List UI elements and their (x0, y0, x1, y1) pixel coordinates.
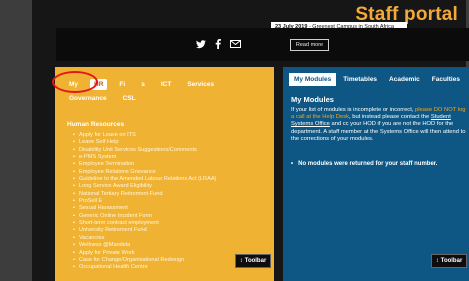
hr-link[interactable]: Case for Change/Organisational Redesign (73, 257, 216, 264)
hr-link[interactable]: Employee Relations Grievance (73, 169, 216, 176)
read-more-button[interactable]: Read more (290, 39, 329, 51)
tab-academic[interactable]: Academic (384, 73, 425, 86)
right-panel: My Modules Timetables Academic Faculties… (283, 67, 469, 281)
left-tab-bar: My HR Fi s ICT Services Governance CSL (65, 77, 265, 105)
hr-link[interactable]: Vacancies (73, 235, 216, 242)
hr-link[interactable]: National Tertiary Retirement Fund (73, 191, 216, 198)
left-panel: My HR Fi s ICT Services Governance CSL H… (55, 67, 274, 281)
tab-faculties[interactable]: Faculties (427, 73, 465, 86)
hr-link[interactable]: Sexual Harassment (73, 205, 216, 212)
facebook-icon[interactable] (215, 39, 221, 52)
instructions-text: If your list of modules is incomplete or… (291, 107, 416, 113)
hr-link[interactable]: Wellness @Mandela (73, 242, 216, 249)
hr-link[interactable]: Apply for Private Work (73, 250, 216, 257)
tab-governance[interactable]: Governance (65, 93, 111, 104)
instructions-text: , but instead please contact the (349, 114, 431, 121)
tab-finance[interactable]: Fi (115, 79, 129, 90)
hr-link[interactable]: Occupational Health Centre (73, 264, 216, 271)
modules-instructions: If your list of modules is incomplete or… (291, 107, 467, 143)
social-links (196, 39, 241, 52)
tab-s[interactable]: s (137, 79, 149, 90)
toolbar-button[interactable]: ↕ Toolbar (431, 254, 467, 268)
tab-csl[interactable]: CSL (119, 93, 140, 104)
hr-link[interactable]: Long Service Award Eligibility (73, 183, 216, 190)
hr-link[interactable]: Apply for Leave on ITS (73, 132, 216, 139)
hr-link[interactable]: e-PMS System (73, 154, 216, 161)
tab-timetables[interactable]: Timetables (338, 73, 382, 86)
right-tab-bar: My Modules Timetables Academic Faculties (289, 73, 465, 86)
staff-portal-window: Staff portal 23 July 2019 - Greenest Cam… (32, 0, 469, 281)
hr-links-list: Apply for Leave on ITS Leave Self Help D… (73, 132, 216, 272)
toolbar-icon: ↕ (435, 258, 439, 264)
hr-link[interactable]: Employee Termination (73, 161, 216, 168)
hr-link[interactable]: ProSell E (73, 198, 216, 205)
tab-ict[interactable]: ICT (157, 79, 175, 90)
tab-services[interactable]: Services (183, 79, 218, 90)
toolbar-label: Toolbar (244, 258, 267, 264)
hr-link[interactable]: Generic Online Incident Form (73, 213, 216, 220)
tab-my-modules[interactable]: My Modules (289, 73, 337, 86)
email-icon[interactable] (230, 40, 241, 51)
hr-link[interactable]: Guideline to the Amended Labour Relation… (73, 176, 216, 183)
my-modules-title: My Modules (291, 95, 334, 104)
hr-link[interactable]: University Retirement Fund (73, 227, 216, 234)
tab-hr[interactable]: HR (90, 78, 108, 90)
hr-link[interactable]: Disability Unit Services Suggestions/Com… (73, 147, 216, 154)
hr-link[interactable]: Short-term contract employment (73, 220, 216, 227)
header-banner: Read more (56, 28, 469, 61)
toolbar-label: Toolbar (440, 258, 463, 264)
twitter-icon[interactable] (196, 39, 206, 52)
no-modules-message: No modules were returned for your staff … (291, 161, 467, 167)
tab-my[interactable]: My (65, 79, 82, 90)
section-title: Human Resources (67, 121, 125, 128)
toolbar-icon: ↕ (239, 258, 243, 264)
hr-link[interactable]: Leave Self Help (73, 139, 216, 146)
toolbar-button[interactable]: ↕ Toolbar (235, 254, 271, 268)
